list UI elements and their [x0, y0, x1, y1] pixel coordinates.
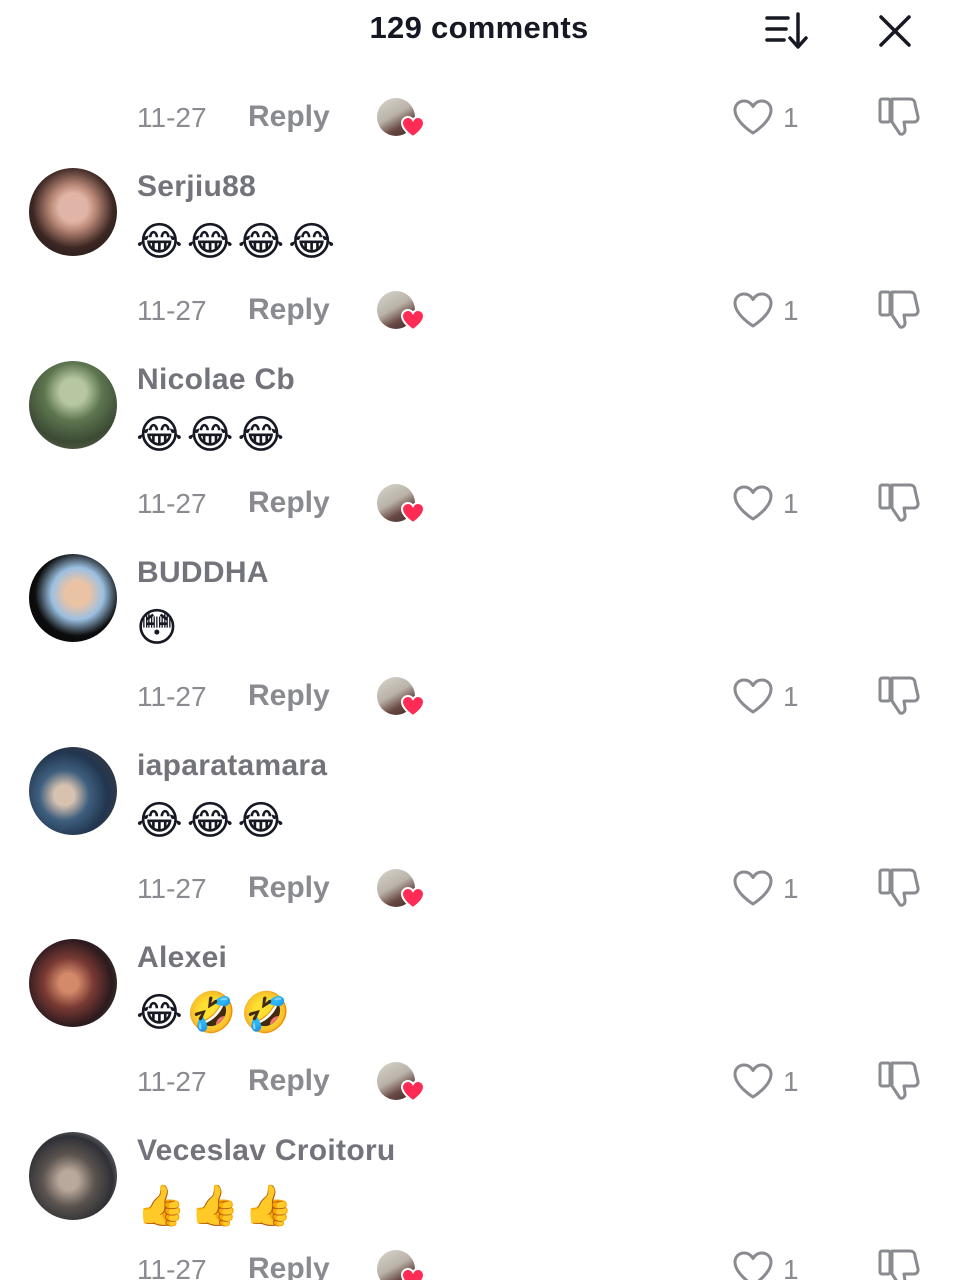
comment-actions: 11-27 Reply 1	[0, 94, 958, 144]
heart-filled-icon	[400, 501, 426, 525]
comment-username[interactable]: iaparatamara	[137, 749, 327, 783]
user-avatar[interactable]	[29, 554, 117, 642]
creator-liked-badge	[377, 291, 426, 333]
comment-item: Serjiu88 😂😂😂😂	[0, 168, 958, 278]
sort-button[interactable]	[762, 10, 812, 52]
reply-button[interactable]: Reply	[248, 679, 330, 713]
comment-date: 11-27	[137, 1254, 207, 1280]
thumbs-down-icon[interactable]	[876, 1247, 922, 1280]
creator-liked-badge	[377, 484, 426, 526]
reply-button[interactable]: Reply	[248, 100, 330, 134]
comment-item: Alexei 😂🤣🤣	[0, 939, 958, 1049]
heart-outline-icon[interactable]	[731, 1061, 775, 1101]
heart-outline-icon[interactable]	[731, 1249, 775, 1280]
user-avatar[interactable]	[29, 747, 117, 835]
comment-date: 11-27	[137, 488, 207, 519]
like-count: 1	[783, 1254, 799, 1280]
thumbs-down-icon[interactable]	[876, 481, 922, 523]
user-avatar[interactable]	[29, 361, 117, 449]
close-button[interactable]	[872, 8, 918, 54]
creator-liked-badge	[377, 869, 426, 911]
comments-header: 129 comments	[0, 0, 958, 64]
comments-count-title: 129 comments	[369, 10, 589, 45]
comment-actions: 11-27 Reply 1	[0, 480, 958, 530]
comment-actions: 11-27 Reply 1	[0, 287, 958, 337]
comment-item: Veceslav Croitoru 👍👍👍	[0, 1132, 958, 1242]
comment-item: BUDDHA 😳	[0, 554, 958, 664]
sort-descending-icon	[765, 12, 808, 49]
user-avatar[interactable]	[29, 1132, 117, 1220]
comment-actions: 11-27 Reply 1	[0, 1246, 958, 1280]
comment-username[interactable]: Veceslav Croitoru	[137, 1134, 396, 1168]
creator-liked-badge	[377, 677, 426, 719]
like-count: 1	[783, 102, 799, 133]
comment-text: 😂😂😂	[136, 412, 289, 458]
creator-liked-badge	[377, 1250, 426, 1280]
user-avatar[interactable]	[29, 939, 117, 1027]
thumbs-down-icon[interactable]	[876, 866, 922, 908]
comment-text: 😂😂😂	[136, 798, 289, 844]
comment-username[interactable]: Nicolae Cb	[137, 363, 295, 397]
comment-actions: 11-27 Reply 1	[0, 673, 958, 723]
heart-outline-icon[interactable]	[731, 483, 775, 523]
like-count: 1	[783, 295, 799, 326]
like-count: 1	[783, 1066, 799, 1097]
creator-liked-badge	[377, 98, 426, 140]
comment-text: 😂😂😂😂	[136, 219, 339, 265]
comment-item: Nicolae Cb 😂😂😂	[0, 361, 958, 471]
close-icon	[879, 15, 911, 47]
comment-date: 11-27	[137, 295, 207, 326]
reply-button[interactable]: Reply	[248, 293, 330, 327]
heart-outline-icon[interactable]	[731, 676, 775, 716]
thumbs-down-icon[interactable]	[876, 95, 922, 137]
comment-date: 11-27	[137, 873, 207, 904]
thumbs-down-icon[interactable]	[876, 674, 922, 716]
heart-outline-icon[interactable]	[731, 290, 775, 330]
comment-actions: 11-27 Reply 1	[0, 1058, 958, 1108]
heart-filled-icon	[400, 694, 426, 718]
comment-date: 11-27	[137, 681, 207, 712]
heart-outline-icon[interactable]	[731, 97, 775, 137]
heart-filled-icon	[400, 886, 426, 910]
reply-button[interactable]: Reply	[248, 1064, 330, 1098]
like-count: 1	[783, 873, 799, 904]
comment-text: 😂🤣🤣	[136, 990, 295, 1036]
heart-filled-icon	[400, 1079, 426, 1103]
heart-outline-icon[interactable]	[731, 868, 775, 908]
comments-sheet: 129 comments 11-27 Reply 1 Serjiu88 😂😂😂😂…	[0, 0, 958, 1280]
comment-text: 😳	[136, 605, 182, 651]
comment-username[interactable]: BUDDHA	[137, 556, 269, 590]
comment-actions: 11-27 Reply 1	[0, 865, 958, 915]
reply-button[interactable]: Reply	[248, 486, 330, 520]
heart-filled-icon	[400, 115, 426, 139]
thumbs-down-icon[interactable]	[876, 1059, 922, 1101]
reply-button[interactable]: Reply	[248, 1252, 330, 1280]
comment-date: 11-27	[137, 102, 207, 133]
reply-button[interactable]: Reply	[248, 871, 330, 905]
thumbs-down-icon[interactable]	[876, 288, 922, 330]
comment-item: iaparatamara 😂😂😂	[0, 747, 958, 857]
user-avatar[interactable]	[29, 168, 117, 256]
like-count: 1	[783, 488, 799, 519]
creator-liked-badge	[377, 1062, 426, 1104]
comment-username[interactable]: Alexei	[137, 941, 227, 975]
comment-date: 11-27	[137, 1066, 207, 1097]
comment-text: 👍👍👍	[136, 1183, 298, 1229]
heart-filled-icon	[400, 1267, 426, 1280]
comment-username[interactable]: Serjiu88	[137, 170, 256, 204]
heart-filled-icon	[400, 308, 426, 332]
like-count: 1	[783, 681, 799, 712]
